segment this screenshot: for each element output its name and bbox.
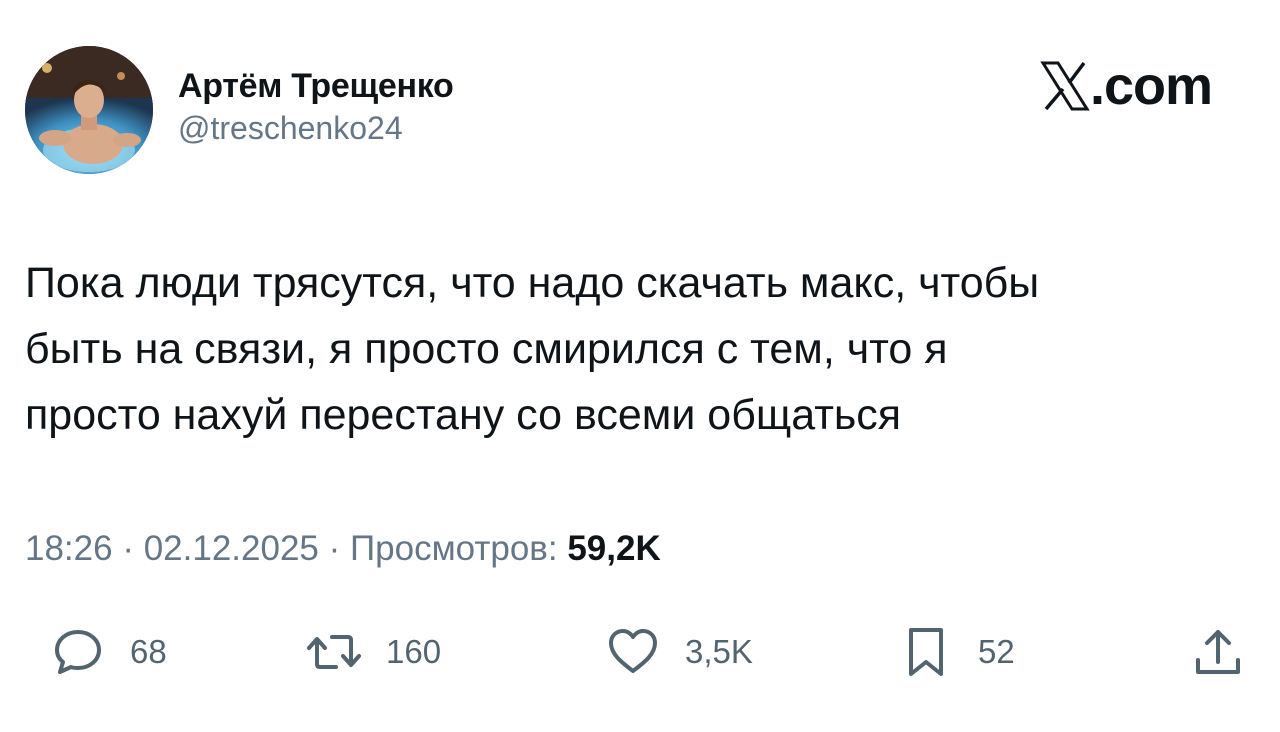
- like-count: 3,5K: [685, 633, 753, 670]
- avatar[interactable]: [25, 46, 153, 174]
- bookmark-icon: [909, 628, 943, 676]
- views-count: 59,2K: [567, 529, 661, 568]
- author-block: Артём Трещенко @treschenko24: [178, 64, 454, 148]
- share-upload-icon: [1196, 630, 1240, 674]
- retweet-count: 160: [386, 633, 442, 670]
- author-handle[interactable]: @treschenko24: [178, 108, 453, 148]
- meta-separator: ·: [112, 529, 144, 568]
- retweet-arrows-icon: [307, 635, 361, 669]
- reply-count: 68: [130, 633, 167, 670]
- tweet-text: Пока люди трясутся, что надо скачать мак…: [25, 259, 1040, 439]
- bookmark-button[interactable]: 52: [896, 620, 1015, 684]
- action-bar: 68 160 3,5K 52: [0, 620, 1280, 684]
- avatar-photo: [25, 46, 153, 174]
- tweet-date[interactable]: 02.12.2025: [144, 529, 319, 568]
- reply-button[interactable]: 68: [48, 620, 167, 684]
- x-logo-icon: [1040, 61, 1090, 111]
- views-label: Просмотров:: [349, 529, 558, 568]
- share-button[interactable]: [1188, 620, 1248, 684]
- tweet-meta: 18:26 · 02.12.2025 · Просмотров: 59,2K: [25, 524, 661, 574]
- author-name[interactable]: Артём Трещенко: [178, 64, 454, 108]
- brand-suffix: .com: [1090, 56, 1213, 116]
- like-button[interactable]: 3,5K: [603, 620, 753, 684]
- meta-separator: ·: [318, 529, 350, 568]
- brand-logo: .com: [1040, 54, 1213, 118]
- tweet-time[interactable]: 18:26: [25, 529, 113, 568]
- speech-bubble-icon: [55, 630, 101, 674]
- bookmark-count: 52: [978, 633, 1015, 670]
- heart-icon: [609, 629, 657, 673]
- retweet-button[interactable]: 160: [304, 620, 441, 684]
